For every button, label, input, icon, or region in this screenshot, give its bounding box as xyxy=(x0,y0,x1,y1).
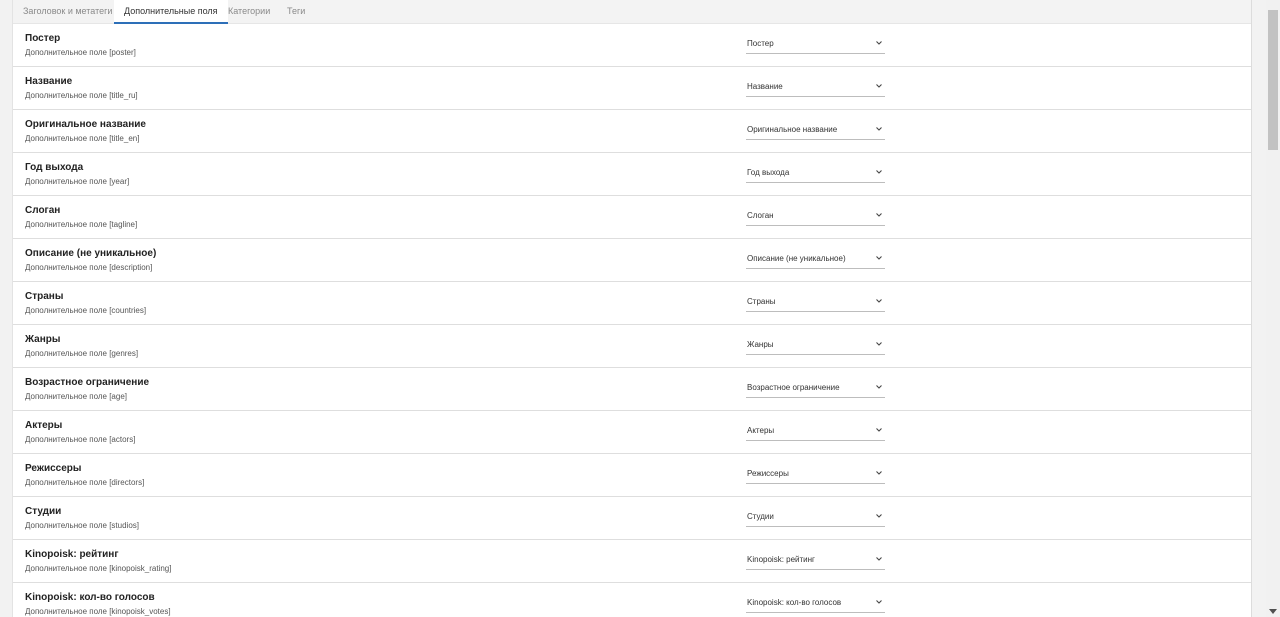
field-row: Слоган Дополнительное поле [tagline] Слога… xyxy=(13,196,1251,239)
field-mapping-select[interactable]: Оригинальное название xyxy=(746,123,885,140)
select-value: Kinopoisk: кол-во голосов xyxy=(747,598,842,607)
field-title: Kinopoisk: рейтинг xyxy=(25,549,119,560)
field-subtitle: Дополнительное поле [title_ru] xyxy=(25,91,138,100)
chevron-down-icon xyxy=(876,127,882,131)
field-mapping-select[interactable]: Название xyxy=(746,80,885,97)
field-title: Название xyxy=(25,76,73,87)
field-subtitle: Дополнительное поле [tagline] xyxy=(25,220,138,229)
field-subtitle: Дополнительное поле [kinopoisk_rating] xyxy=(25,564,172,573)
field-title: Оригинальное название xyxy=(25,119,146,130)
select-value: Слоган xyxy=(747,211,774,220)
select-value: Оригинальное название xyxy=(747,125,838,134)
field-title: Страны xyxy=(25,291,64,302)
field-title: Kinopoisk: кол-во голосов xyxy=(25,592,155,603)
chevron-down-icon xyxy=(876,256,882,260)
field-title: Описание (не уникальное) xyxy=(25,248,157,259)
select-value: Жанры xyxy=(747,340,774,349)
tab-extra-fields[interactable]: Дополнительные поля xyxy=(114,0,228,24)
field-subtitle: Дополнительное поле [countries] xyxy=(25,306,147,315)
select-value: Название xyxy=(747,82,783,91)
field-subtitle: Дополнительное поле [directors] xyxy=(25,478,145,487)
field-row: Жанры Дополнительное поле [genres] Жанры xyxy=(13,325,1251,368)
chevron-down-icon xyxy=(876,385,882,389)
select-value: Описание (не уникальное) xyxy=(747,254,846,263)
chevron-down-icon xyxy=(876,557,882,561)
field-row: Kinopoisk: рейтинг Дополнительное поле [k… xyxy=(13,540,1251,583)
field-mapping-select[interactable]: Жанры xyxy=(746,338,885,355)
chevron-down-icon xyxy=(876,600,882,604)
scrollbar-thumb[interactable] xyxy=(1268,10,1278,150)
chevron-down-icon xyxy=(876,84,882,88)
field-row: Описание (не уникальное) Дополнительное п… xyxy=(13,239,1251,282)
chevron-down-icon xyxy=(876,41,882,45)
select-value: Актеры xyxy=(747,426,775,435)
field-subtitle: Дополнительное поле [description] xyxy=(25,263,153,272)
select-value: Постер xyxy=(747,39,774,48)
field-title: Возрастное ограничение xyxy=(25,377,150,388)
field-row: Возрастное ограничение Дополнительное пол… xyxy=(13,368,1251,411)
page: Заголовок и метатеги Дополнительные поля… xyxy=(0,0,1280,617)
field-subtitle: Дополнительное поле [kinopoisk_votes] xyxy=(25,607,171,616)
field-title: Студии xyxy=(25,506,62,517)
field-subtitle: Дополнительное поле [title_en] xyxy=(25,134,140,143)
select-value: Режиссеры xyxy=(747,469,789,478)
tab-bar: Заголовок и метатеги Дополнительные поля… xyxy=(13,0,1251,24)
field-subtitle: Дополнительное поле [genres] xyxy=(25,349,139,358)
field-subtitle: Дополнительное поле [age] xyxy=(25,392,127,401)
field-title: Год выхода xyxy=(25,162,84,173)
select-value: Год выхода xyxy=(747,168,790,177)
select-value: Возрастное ограничение xyxy=(747,383,840,392)
vertical-scrollbar[interactable] xyxy=(1266,0,1280,617)
field-title: Актеры xyxy=(25,420,63,431)
field-title: Жанры xyxy=(25,334,61,345)
field-row: Студии Дополнительное поле [studios] Студи… xyxy=(13,497,1251,540)
tab-tags[interactable]: Теги xyxy=(277,0,315,23)
field-row: Оригинальное название Дополнительное поле… xyxy=(13,110,1251,153)
field-mapping-select[interactable]: Kinopoisk: кол-во голосов xyxy=(746,596,885,613)
field-mapping-select[interactable]: Kinopoisk: рейтинг xyxy=(746,553,885,570)
chevron-down-icon xyxy=(876,514,882,518)
scroll-down-arrow-icon[interactable] xyxy=(1269,609,1277,614)
field-mapping-select[interactable]: Страны xyxy=(746,295,885,312)
field-row: Постер Дополнительное поле [poster] Постер xyxy=(13,24,1251,67)
field-row: Актеры Дополнительное поле [actors] Актеры xyxy=(13,411,1251,454)
field-mapping-select[interactable]: Год выхода xyxy=(746,166,885,183)
field-title: Слоган xyxy=(25,205,61,216)
chevron-down-icon xyxy=(876,213,882,217)
tab-title-meta[interactable]: Заголовок и метатеги xyxy=(13,0,122,23)
field-mapping-select[interactable]: Режиссеры xyxy=(746,467,885,484)
field-row: Год выхода Дополнительное поле [year] Год … xyxy=(13,153,1251,196)
field-mapping-select[interactable]: Студии xyxy=(746,510,885,527)
field-mapping-select[interactable]: Описание (не уникальное) xyxy=(746,252,885,269)
field-row: Название Дополнительное поле [title_ru] На… xyxy=(13,67,1251,110)
select-value: Студии xyxy=(747,512,774,521)
settings-panel: Заголовок и метатеги Дополнительные поля… xyxy=(12,0,1252,617)
chevron-down-icon xyxy=(876,299,882,303)
field-subtitle: Дополнительное поле [poster] xyxy=(25,48,136,57)
tab-categories[interactable]: Категории xyxy=(218,0,280,23)
chevron-down-icon xyxy=(876,342,882,346)
field-row: Режиссеры Дополнительное поле [directors]… xyxy=(13,454,1251,497)
field-row: Kinopoisk: кол-во голосов Дополнительное … xyxy=(13,583,1251,617)
field-row: Страны Дополнительное поле [countries] Стр… xyxy=(13,282,1251,325)
field-list: Постер Дополнительное поле [poster] Постер… xyxy=(13,24,1251,617)
select-value: Kinopoisk: рейтинг xyxy=(747,555,815,564)
chevron-down-icon xyxy=(876,428,882,432)
field-title: Постер xyxy=(25,33,61,44)
field-subtitle: Дополнительное поле [year] xyxy=(25,177,130,186)
chevron-down-icon xyxy=(876,170,882,174)
field-mapping-select[interactable]: Возрастное ограничение xyxy=(746,381,885,398)
field-subtitle: Дополнительное поле [studios] xyxy=(25,521,139,530)
select-value: Страны xyxy=(747,297,776,306)
field-mapping-select[interactable]: Постер xyxy=(746,37,885,54)
field-mapping-select[interactable]: Слоган xyxy=(746,209,885,226)
field-subtitle: Дополнительное поле [actors] xyxy=(25,435,136,444)
field-mapping-select[interactable]: Актеры xyxy=(746,424,885,441)
chevron-down-icon xyxy=(876,471,882,475)
field-title: Режиссеры xyxy=(25,463,82,474)
